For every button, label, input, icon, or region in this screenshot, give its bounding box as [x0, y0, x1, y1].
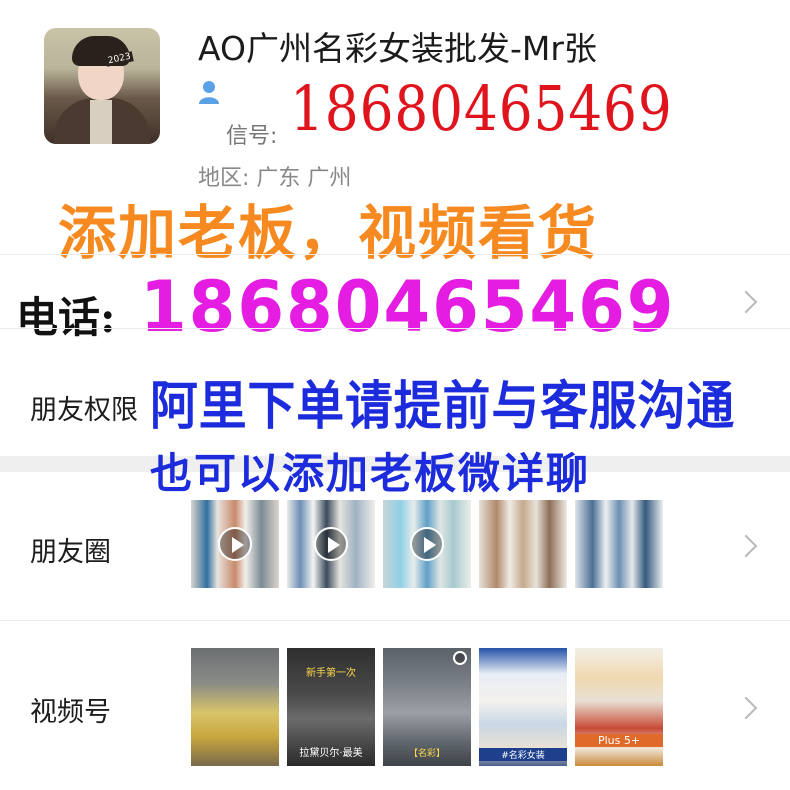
channels-caption: 拉黛贝尔·最美: [299, 748, 363, 759]
search-icon: [453, 651, 467, 665]
person-icon: [199, 81, 219, 104]
phone-label: 电话:: [16, 293, 116, 342]
channels-thumbnail[interactable]: #名彩女装: [479, 648, 567, 766]
channels-caption: Plus 5+: [575, 734, 663, 747]
channels-caption: 新手第一次: [306, 668, 356, 679]
moments-thumbnail[interactable]: [575, 500, 663, 588]
divider: [0, 328, 790, 329]
play-icon: [314, 527, 348, 561]
phone-number[interactable]: 18680465469: [140, 266, 675, 348]
play-icon: [218, 527, 252, 561]
moments-thumbnail[interactable]: [191, 500, 279, 588]
channels-caption: #名彩女装: [479, 748, 567, 761]
divider: [0, 620, 790, 621]
moments-thumbnail[interactable]: [383, 500, 471, 588]
row-channels[interactable]: 视频号: [30, 690, 111, 729]
channels-thumbnail[interactable]: [191, 648, 279, 766]
channels-thumbnail[interactable]: 【名彩】: [383, 648, 471, 766]
channels-caption: 【名彩】: [408, 749, 445, 759]
play-icon: [410, 527, 444, 561]
wechat-id-number[interactable]: 18680465469: [290, 72, 673, 145]
row-friend-permissions[interactable]: 朋友权限: [30, 388, 138, 427]
moments-thumbnail[interactable]: [479, 500, 567, 588]
channels-thumbnail[interactable]: 新手第一次 拉黛贝尔·最美: [287, 648, 375, 766]
row-moments[interactable]: 朋友圈: [30, 530, 111, 569]
wechat-id-label: 信号:: [226, 124, 278, 149]
moments-thumbnail[interactable]: [287, 500, 375, 588]
avatar[interactable]: 2023: [44, 28, 160, 144]
promo-wechat-chat: 也可以添加老板微详聊: [150, 449, 591, 498]
nickname: AO广州名彩女装批发-Mr张: [198, 29, 597, 68]
channels-thumbnail[interactable]: Plus 5+: [575, 648, 663, 766]
promo-alibaba-notice: 阿里下单请提前与客服沟通: [150, 376, 736, 437]
